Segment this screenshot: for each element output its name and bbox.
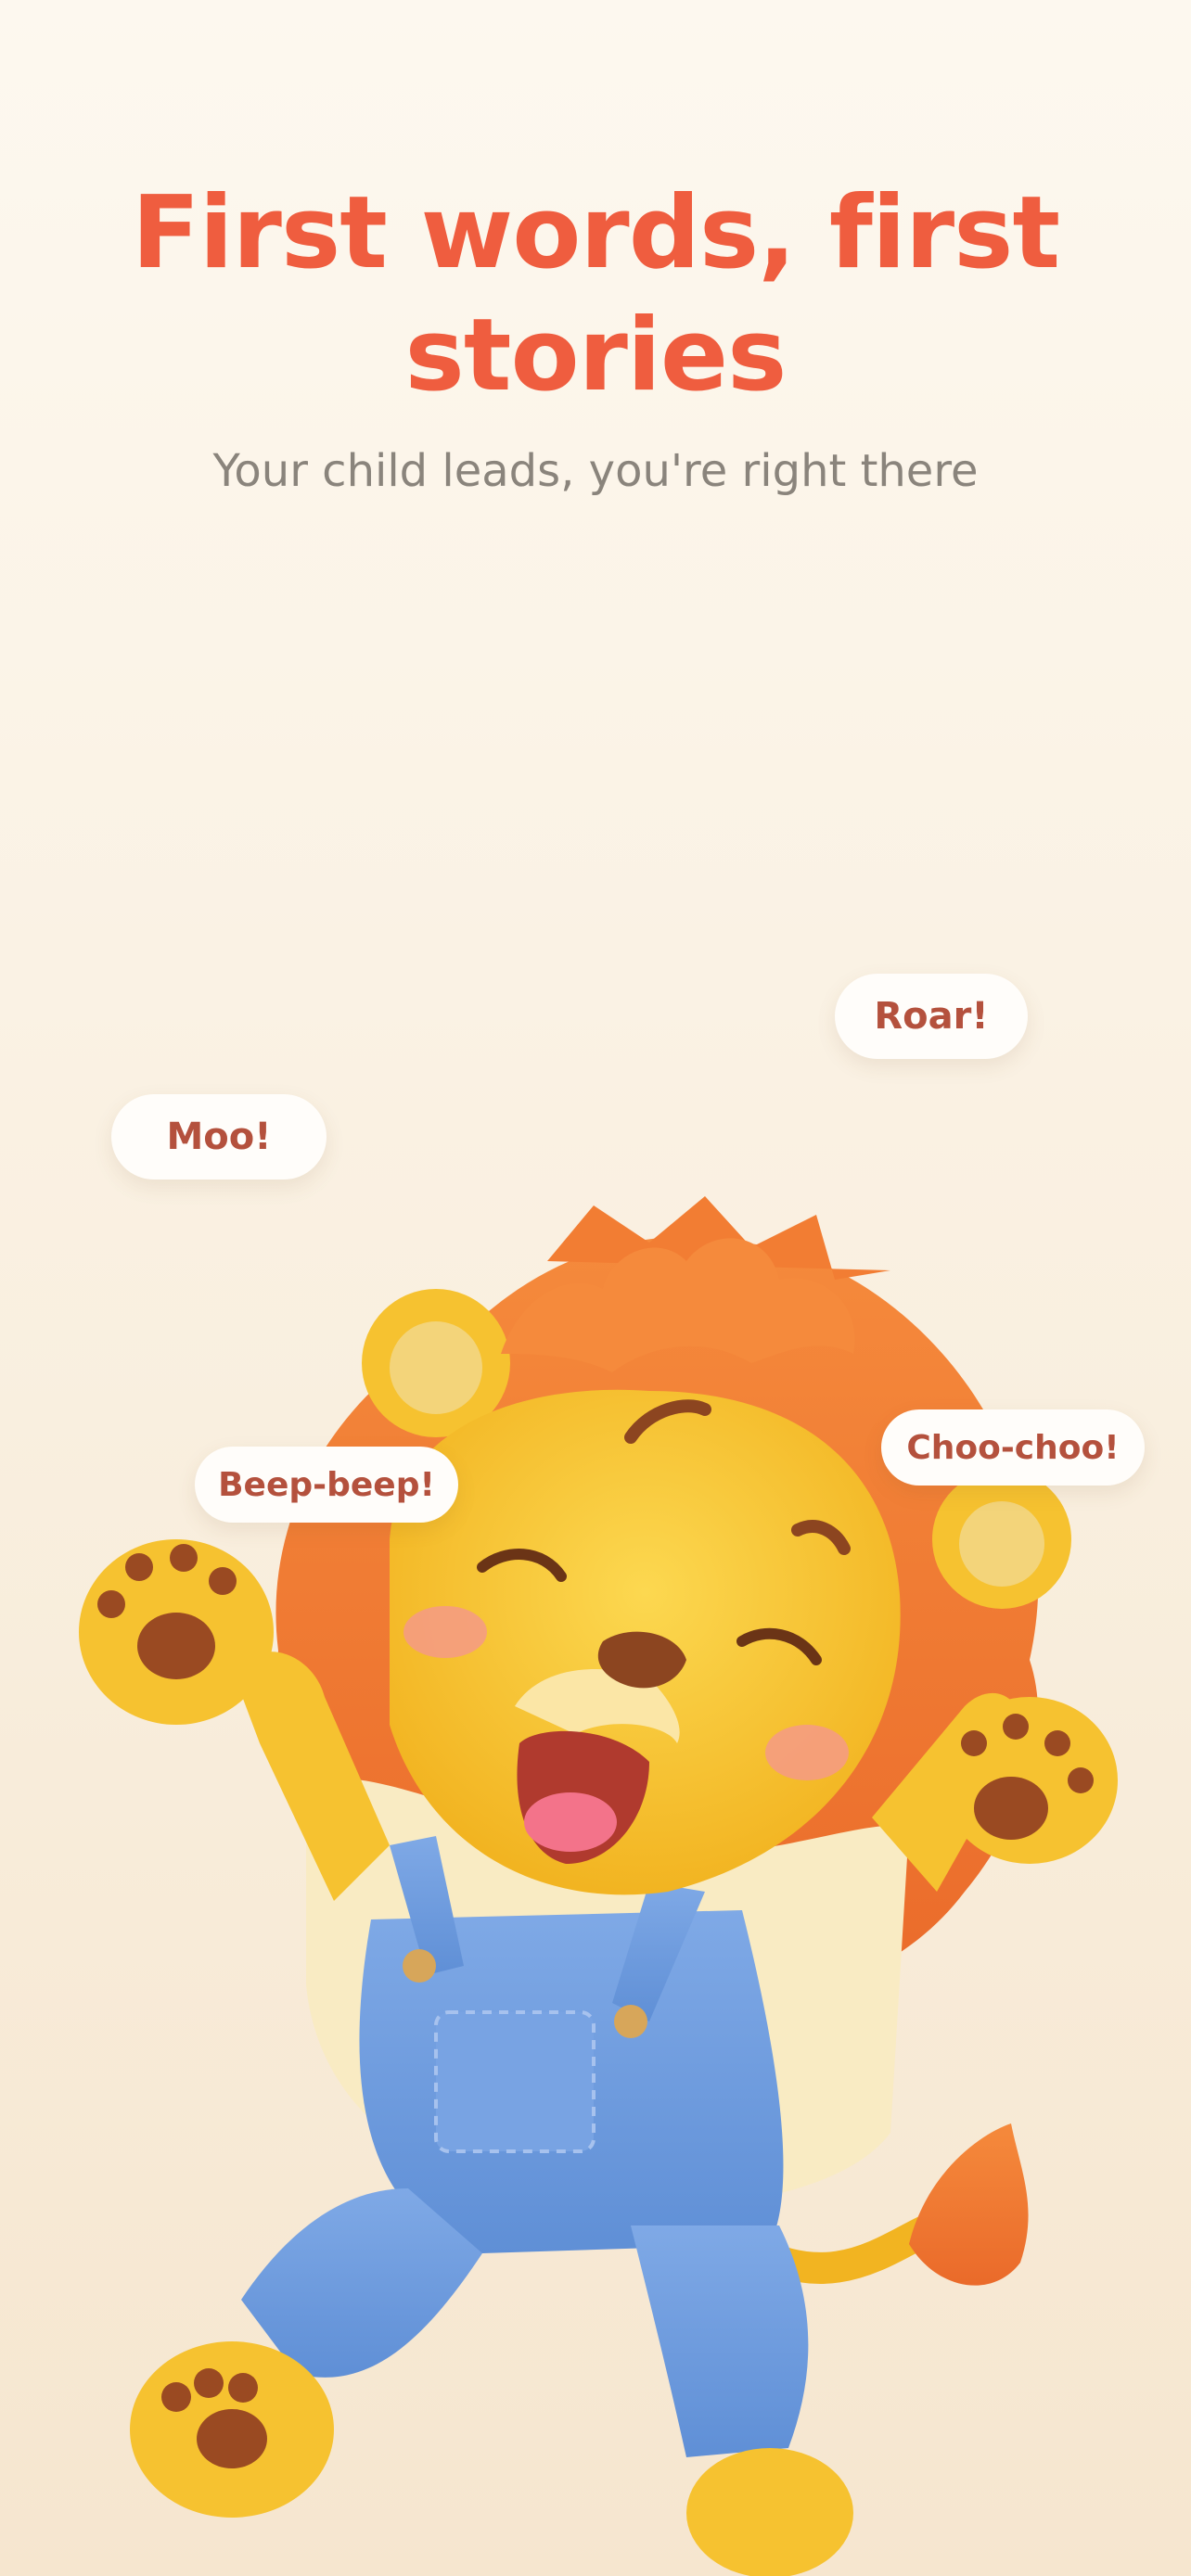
page-subtitle: Your child leads, you're right there bbox=[212, 445, 979, 497]
page-title: First words, first stories bbox=[131, 175, 1060, 414]
onboarding-screen: First words, first stories Your child le… bbox=[0, 0, 1191, 2576]
speech-bubble-moo: Moo! bbox=[111, 1094, 327, 1180]
speech-bubble-choo: Choo-choo! bbox=[881, 1409, 1145, 1486]
speech-bubble-roar: Roar! bbox=[835, 974, 1028, 1059]
lion-mascot-icon bbox=[79, 1196, 1118, 2576]
speech-bubble-beep: Beep-beep! bbox=[195, 1447, 458, 1523]
lion-body bbox=[130, 1778, 909, 2576]
